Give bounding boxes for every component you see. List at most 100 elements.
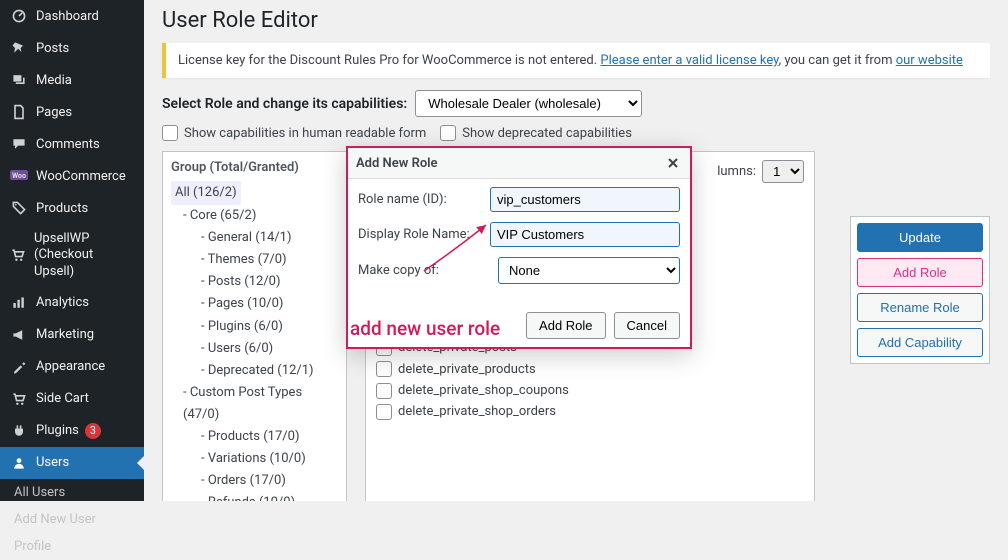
rename-role-button[interactable]: Rename Role [857, 293, 983, 322]
sidebar-item-upsellwp[interactable]: UpsellWP (Checkout Upsell) [0, 224, 144, 287]
our-website-link[interactable]: our website [896, 53, 963, 68]
sidebar-item-dashboard[interactable]: Dashboard [0, 0, 144, 32]
page-title: User Role Editor [162, 6, 990, 43]
group-panel: Group (Total/Granted) All (126/2)Core (6… [162, 151, 347, 501]
role-select[interactable]: Wholesale Dealer (wholesale) [415, 90, 642, 117]
sidebar-item-sidecart[interactable]: Side Cart [0, 383, 144, 415]
sidebar-sub-profile[interactable]: Profile [0, 533, 144, 560]
update-badge: 3 [85, 423, 101, 439]
svg-text:Woo: Woo [12, 172, 26, 180]
sidebar-item-marketing[interactable]: Marketing [0, 319, 144, 351]
sidebar-item-label: Comments [36, 137, 100, 152]
group-item[interactable]: Users (6/0) [171, 338, 338, 360]
capability-item[interactable]: delete_private_shop_coupons [376, 380, 804, 401]
plugin-icon [10, 422, 28, 440]
sidebar-item-label: Media [36, 73, 72, 88]
capability-checkbox[interactable] [376, 383, 392, 399]
group-header: Group (Total/Granted) [171, 160, 338, 175]
sidebar-item-comments[interactable]: Comments [0, 128, 144, 160]
cart-icon [10, 390, 28, 408]
dashboard-icon [10, 7, 28, 25]
capability-item[interactable]: delete_private_shop_orders [376, 401, 804, 422]
sidebar-item-label: Side Cart [36, 391, 89, 406]
group-list: All (126/2)Core (65/2)General (14/1)Them… [171, 181, 338, 501]
brush-icon [10, 358, 28, 376]
add-role-button[interactable]: Add Role [857, 258, 983, 287]
sidebar-item-posts[interactable]: Posts [0, 32, 144, 64]
admin-sidebar: Dashboard Posts Media Pages Comments Woo… [0, 0, 144, 501]
megaphone-icon [10, 326, 28, 344]
group-item[interactable]: Orders (17/0) [171, 470, 338, 492]
action-panel: Update Add Role Rename Role Add Capabili… [850, 216, 990, 364]
checkbox-label: Show deprecated capabilities [462, 126, 632, 141]
capability-checkbox[interactable] [376, 404, 392, 420]
sidebar-item-label: Posts [36, 41, 69, 56]
modal-cancel-button[interactable]: Cancel [614, 312, 680, 339]
sidebar-sub-all-users[interactable]: All Users [0, 479, 144, 506]
sidebar-item-label: UpsellWP (Checkout Upsell) [34, 231, 136, 280]
group-item[interactable]: Refunds (10/0) [171, 492, 338, 501]
sidebar-item-label: Users [36, 455, 69, 470]
group-item[interactable]: Posts (12/0) [171, 271, 338, 293]
role-id-input[interactable] [490, 187, 680, 212]
group-item[interactable]: Pages (10/0) [171, 293, 338, 315]
deprecated-checkbox[interactable] [440, 125, 456, 141]
products-icon [10, 199, 28, 217]
group-item[interactable]: Core (65/2) [171, 205, 338, 227]
sidebar-item-woocommerce[interactable]: Woo WooCommerce [0, 160, 144, 192]
display-name-input[interactable] [490, 222, 680, 247]
columns-select[interactable]: 1 [762, 160, 804, 183]
sidebar-item-label: Analytics [36, 295, 89, 310]
capability-label: delete_private_shop_coupons [398, 380, 569, 401]
capability-item[interactable]: delete_private_products [376, 359, 804, 380]
group-item[interactable]: Themes (7/0) [171, 249, 338, 271]
sidebar-item-plugins[interactable]: Plugins 3 [0, 415, 144, 447]
sidebar-item-media[interactable]: Media [0, 64, 144, 96]
group-item[interactable]: Variations (10/0) [171, 448, 338, 470]
group-item[interactable]: Products (17/0) [171, 426, 338, 448]
notice-text: , you can get it from [779, 53, 896, 68]
enter-license-link[interactable]: Please enter a valid license key [600, 53, 778, 68]
sidebar-item-label: Plugins [36, 423, 79, 438]
license-notice: License key for the Discount Rules Pro f… [162, 43, 990, 78]
sidebar-item-pages[interactable]: Pages [0, 96, 144, 128]
group-item[interactable]: Deprecated (12/1) [171, 360, 338, 382]
sidebar-item-label: Appearance [36, 359, 105, 374]
group-item[interactable]: All (126/2) [171, 181, 241, 205]
sidebar-sub-add-user[interactable]: Add New User [0, 506, 144, 533]
role-id-label: Role name (ID): [358, 192, 490, 207]
add-role-modal: Add New Role Role name (ID): Display Rol… [346, 146, 692, 349]
modal-title: Add New Role [356, 156, 438, 171]
add-capability-button[interactable]: Add Capability [857, 328, 983, 357]
cart-icon [10, 246, 26, 264]
capability-checkbox[interactable] [376, 361, 392, 377]
woocommerce-icon: Woo [10, 167, 28, 185]
sidebar-item-label: Products [36, 201, 88, 216]
sidebar-item-appearance[interactable]: Appearance [0, 351, 144, 383]
readable-form-check[interactable]: Show capabilities in human readable form [162, 125, 426, 141]
copy-of-select[interactable]: None [498, 257, 680, 284]
notice-text: License key for the Discount Rules Pro f… [178, 53, 600, 68]
columns-label: lumns: [717, 164, 756, 179]
annotation-text: add new user role [350, 317, 500, 340]
group-item[interactable]: General (14/1) [171, 227, 338, 249]
checkbox-label: Show capabilities in human readable form [184, 126, 426, 141]
pin-icon [10, 39, 28, 57]
sidebar-item-analytics[interactable]: Analytics [0, 287, 144, 319]
deprecated-check[interactable]: Show deprecated capabilities [440, 125, 632, 141]
select-role-label: Select Role and change its capabilities: [162, 96, 407, 112]
group-item[interactable]: Plugins (6/0) [171, 316, 338, 338]
group-item[interactable]: Custom Post Types (47/0) [171, 382, 338, 426]
update-button[interactable]: Update [857, 223, 983, 252]
capability-label: delete_private_shop_orders [398, 401, 556, 422]
sidebar-item-label: Marketing [36, 327, 94, 342]
media-icon [10, 71, 28, 89]
users-icon [10, 454, 28, 472]
sidebar-item-label: WooCommerce [36, 169, 126, 184]
sidebar-item-users[interactable]: Users [0, 447, 144, 479]
modal-add-role-button[interactable]: Add Role [526, 312, 605, 339]
sidebar-item-products[interactable]: Products [0, 192, 144, 224]
readable-form-checkbox[interactable] [162, 125, 178, 141]
close-icon[interactable] [664, 154, 682, 172]
analytics-icon [10, 294, 28, 312]
